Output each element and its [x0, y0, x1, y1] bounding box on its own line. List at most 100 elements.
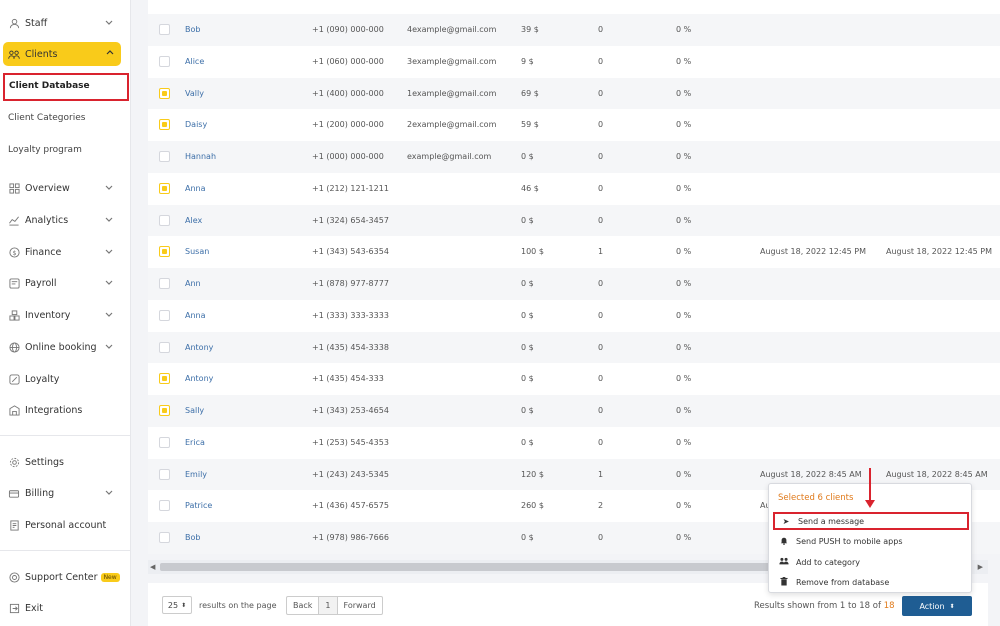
- sidebar-item-billing[interactable]: Billing: [8, 481, 120, 505]
- client-discount: 0 %: [676, 183, 692, 193]
- client-email: 1example@gmail.com: [407, 88, 497, 98]
- exit-icon: [8, 602, 20, 614]
- client-name-link[interactable]: Alice: [185, 57, 204, 66]
- sidebar-item-online-booking[interactable]: Online booking: [8, 335, 120, 359]
- client-name-link[interactable]: Daisy: [185, 120, 207, 129]
- client-name-link[interactable]: Emily: [185, 470, 207, 479]
- table-row[interactable]: Anna +1 (333) 333-3333 0 $ 0 0 %: [148, 299, 1000, 332]
- client-phone: +1 (200) 000-000: [312, 120, 384, 130]
- client-sales: 39 $: [521, 25, 539, 34]
- sort-icon: ⬍: [181, 601, 187, 609]
- sidebar: Staff Clients Client Database Client Cat…: [0, 0, 131, 626]
- menu-item-remove[interactable]: Remove from database: [773, 573, 969, 591]
- table-row[interactable]: Alex +1 (324) 654-3457 0 $ 0 0 %: [148, 204, 1000, 237]
- sidebar-item-loyalty[interactable]: Loyalty: [8, 367, 120, 391]
- client-name-link[interactable]: Vally: [185, 89, 204, 98]
- client-phone: +1 (343) 543-6354: [312, 247, 389, 257]
- scroll-right-icon[interactable]: ▶: [978, 563, 983, 571]
- sidebar-item-analytics[interactable]: Analytics: [8, 208, 120, 232]
- row-checkbox[interactable]: [159, 24, 170, 35]
- row-checkbox[interactable]: [159, 55, 170, 67]
- client-name-link[interactable]: Alex: [185, 216, 202, 225]
- row-checkbox[interactable]: [159, 182, 170, 194]
- client-discount: 0 %: [676, 215, 692, 225]
- client-discount: 0 %: [676, 56, 692, 66]
- table-row[interactable]: Anna +1 (212) 121-1211 46 $ 0 0 %: [148, 172, 1000, 205]
- menu-item-label: Remove from database: [796, 577, 890, 587]
- sidebar-item-finance[interactable]: $ Finance: [8, 240, 120, 264]
- table-row[interactable]: Antony +1 (435) 454-3338 0 $ 0 0 %: [148, 331, 1000, 364]
- client-name-link[interactable]: Erica: [185, 438, 205, 447]
- client-name-link[interactable]: Hannah: [185, 152, 216, 161]
- sidebar-subitem-client-database[interactable]: Client Database: [3, 73, 129, 101]
- table-row[interactable]: Sally +1 (343) 253-4654 0 $ 0 0 %: [148, 395, 1000, 427]
- row-checkbox[interactable]: [159, 278, 170, 289]
- row-checkbox[interactable]: [159, 309, 170, 321]
- table-row[interactable]: Erica +1 (253) 545-4353 0 $ 0 0 %: [148, 426, 1000, 459]
- menu-item-add-category[interactable]: Add to category: [773, 553, 969, 571]
- row-checkbox[interactable]: [159, 341, 170, 353]
- sidebar-item-label: Analytics: [25, 214, 69, 226]
- client-name-link[interactable]: Antony: [185, 374, 213, 383]
- sidebar-item-settings[interactable]: Settings: [8, 450, 120, 474]
- row-checkbox[interactable]: [159, 532, 170, 543]
- row-checkbox[interactable]: [159, 405, 170, 416]
- sidebar-item-staff[interactable]: Staff: [8, 11, 120, 35]
- sidebar-subitem-client-categories[interactable]: Client Categories: [8, 113, 85, 123]
- client-name-link[interactable]: Anna: [185, 184, 206, 193]
- per-page-select[interactable]: 25 ⬍: [162, 596, 192, 614]
- sidebar-item-label: Support Center: [25, 571, 98, 583]
- row-checkbox[interactable]: [159, 246, 170, 258]
- sidebar-item-support-center[interactable]: Support Center New: [8, 565, 120, 589]
- trash-icon: [779, 576, 789, 588]
- row-checkbox[interactable]: [159, 119, 170, 131]
- row-checkbox[interactable]: [159, 214, 170, 226]
- scrollbar-thumb[interactable]: [160, 563, 780, 571]
- client-visits: 0: [598, 406, 604, 415]
- annotation-arrow-head: [865, 500, 875, 508]
- client-name-link[interactable]: Ann: [185, 279, 201, 288]
- client-name-link[interactable]: Antony: [185, 343, 213, 352]
- row-checkbox[interactable]: [159, 436, 170, 448]
- integrations-icon: [8, 404, 20, 416]
- sidebar-item-exit[interactable]: Exit: [8, 596, 120, 620]
- menu-item-send-push[interactable]: Send PUSH to mobile apps: [773, 532, 969, 550]
- sidebar-item-payroll[interactable]: Payroll: [8, 271, 120, 295]
- row-checkbox[interactable]: [159, 373, 170, 385]
- sidebar-subitem-loyalty-program[interactable]: Loyalty program: [8, 145, 82, 155]
- sidebar-item-personal-account[interactable]: Personal account: [8, 513, 120, 537]
- table-row[interactable]: Susan +1 (343) 543-6354 100 $ 1 0 % August 18…: [148, 236, 1000, 269]
- sidebar-item-integrations[interactable]: Integrations: [8, 398, 120, 422]
- client-visits: 0: [598, 310, 604, 320]
- row-checkbox[interactable]: [159, 87, 170, 99]
- row-checkbox[interactable]: [159, 468, 170, 480]
- back-button[interactable]: Back: [287, 597, 320, 614]
- table-row[interactable]: Antony +1 (435) 454-333 0 $ 0 0 %: [148, 363, 1000, 396]
- sidebar-item-clients[interactable]: Clients: [3, 42, 121, 66]
- table-row[interactable]: Hannah +1 (000) 000-000 example@gmail.com 0…: [148, 141, 1000, 173]
- row-checkbox[interactable]: [159, 151, 170, 162]
- page-number-button[interactable]: 1: [319, 597, 338, 614]
- table-row[interactable]: Ann +1 (878) 977-8777 0 $ 0 0 %: [148, 268, 1000, 300]
- payroll-icon: [8, 277, 20, 289]
- client-name-link[interactable]: Susan: [185, 247, 209, 256]
- svg-text:$: $: [12, 248, 16, 256]
- table-row[interactable]: Vally +1 (400) 000-000 1example@gmail.com 6…: [148, 77, 1000, 110]
- client-name-link[interactable]: Patrice: [185, 501, 212, 510]
- forward-button[interactable]: Forward: [338, 597, 382, 614]
- client-name-link[interactable]: Bob: [185, 533, 200, 542]
- sort-icon: ⬍: [949, 602, 955, 610]
- action-button[interactable]: Action ⬍: [902, 596, 972, 616]
- client-name-link[interactable]: Anna: [185, 311, 206, 320]
- sidebar-item-label: Staff: [25, 17, 48, 29]
- table-row[interactable]: Bob +1 (090) 000-000 4example@gmail.com 39 …: [148, 14, 1000, 46]
- client-name-link[interactable]: Sally: [185, 406, 204, 415]
- sidebar-item-overview[interactable]: Overview: [8, 176, 120, 200]
- table-row[interactable]: Daisy +1 (200) 000-000 2example@gmail.com 5…: [148, 109, 1000, 142]
- scroll-left-icon[interactable]: ◀: [150, 563, 155, 571]
- row-checkbox[interactable]: [159, 500, 170, 512]
- client-name-link[interactable]: Bob: [185, 25, 200, 34]
- sidebar-item-inventory[interactable]: Inventory: [8, 303, 120, 327]
- table-row[interactable]: Alice +1 (060) 000-000 3example@gmail.com 9…: [148, 45, 1000, 78]
- menu-item-send-message[interactable]: ➤ Send a message: [773, 512, 969, 530]
